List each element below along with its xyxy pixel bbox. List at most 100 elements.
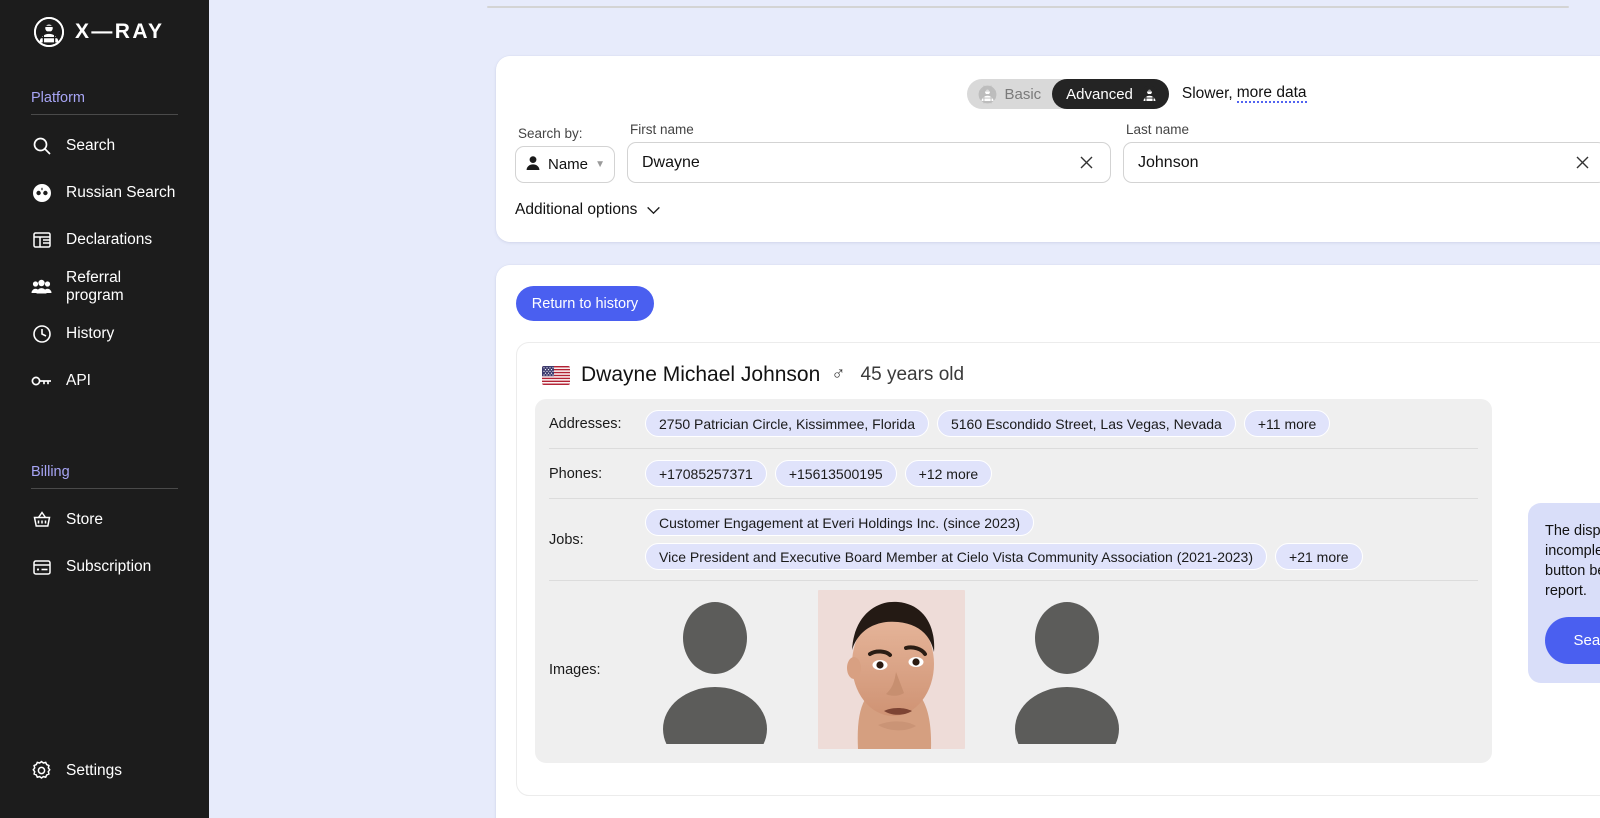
- profile-card: Dwayne Michael Johnson ♂ 45 years old Ad…: [516, 342, 1600, 796]
- brand-name: X—RAY: [75, 20, 165, 43]
- sidebar-item-label: Subscription: [66, 557, 152, 575]
- mode-option-basic-label: Basic: [1004, 85, 1042, 103]
- profile-header: Dwayne Michael Johnson ♂ 45 years old: [535, 357, 1600, 399]
- job-line: Customer Engagement at Everi Holdings In…: [645, 509, 1035, 536]
- sidebar: X—RAY Platform Search Russian Search Dec…: [0, 0, 209, 818]
- sidebar-section-billing: Billing Store Subscription: [0, 464, 209, 590]
- xray-logo-icon: [34, 17, 64, 47]
- detail-values: 2750 Patrician Circle, Kissimmee, Florid…: [645, 410, 1331, 437]
- detail-row-images: Images:: [549, 581, 1478, 763]
- declarations-icon: [31, 229, 52, 250]
- more-data-link[interactable]: more data: [1236, 84, 1307, 104]
- sidebar-item-label: Settings: [66, 761, 123, 779]
- job-line: Vice President and Executive Board Membe…: [645, 543, 1363, 570]
- sidebar-heading-platform: Platform: [31, 90, 85, 106]
- search-mode-note-prefix: Slower,: [1181, 84, 1233, 102]
- address-chip[interactable]: 2750 Patrician Circle, Kissimmee, Florid…: [645, 410, 929, 437]
- search-mode-note: Slower, more data: [1181, 84, 1307, 104]
- chevron-down-icon: ▼: [595, 159, 605, 170]
- phone-chip[interactable]: +17085257371: [645, 460, 767, 487]
- jobs-more-chip[interactable]: +21 more: [1275, 543, 1363, 570]
- history-clock-icon: [31, 323, 52, 344]
- sidebar-item-label: API: [66, 371, 91, 389]
- search-by-select[interactable]: Name ▼: [515, 146, 615, 183]
- clear-first-name-icon[interactable]: [1077, 153, 1096, 172]
- first-name-input-wrap[interactable]: [627, 142, 1111, 183]
- phone-chip[interactable]: +15613500195: [774, 460, 897, 487]
- return-to-history-button[interactable]: Return to history: [516, 286, 654, 321]
- first-name-label: First name: [630, 122, 694, 137]
- results-panel: Return to history Dwayne Michael Johnson…: [496, 265, 1600, 818]
- detail-label: Images:: [549, 661, 601, 678]
- mode-option-basic[interactable]: Basic: [967, 79, 1052, 109]
- detail-row-phones: Phones: +17085257371 +15613500195 +12 mo…: [549, 449, 1478, 499]
- sidebar-item-api[interactable]: API: [31, 357, 178, 404]
- person-placeholder-icon[interactable]: [1015, 595, 1120, 744]
- search-by-label: Search by:: [518, 126, 583, 141]
- sidebar-heading-billing: Billing: [31, 464, 70, 480]
- sidebar-item-declarations[interactable]: Declarations: [31, 216, 178, 263]
- us-flag-icon: [542, 365, 570, 385]
- sidebar-item-store[interactable]: Store: [31, 496, 178, 543]
- sidebar-item-settings[interactable]: Settings: [31, 747, 178, 794]
- sidebar-section-platform: Platform Search Russian Search Declarati…: [0, 90, 209, 404]
- api-key-icon: [31, 370, 52, 391]
- sidebar-item-history[interactable]: History: [31, 310, 178, 357]
- russian-search-icon: [31, 182, 52, 203]
- detail-label: Jobs:: [549, 531, 584, 548]
- main-content: Basic Advanced Slower, more data Search …: [209, 0, 1600, 818]
- sidebar-divider: [31, 114, 178, 115]
- detail-values: +17085257371 +15613500195 +12 more: [645, 460, 993, 487]
- search-by-value: Name: [548, 156, 589, 173]
- detail-row-jobs: Jobs: Customer Engagement at Everi Holdi…: [549, 499, 1478, 581]
- xray-logo-icon: [1140, 85, 1159, 103]
- sidebar-item-russian-search[interactable]: Russian Search: [31, 169, 178, 216]
- last-name-input[interactable]: [1138, 153, 1573, 172]
- clear-last-name-icon[interactable]: [1573, 153, 1592, 172]
- sidebar-item-label: Search: [66, 136, 116, 154]
- sidebar-item-label: History: [66, 324, 115, 342]
- search-icon: [31, 135, 52, 156]
- person-placeholder-icon[interactable]: [663, 595, 768, 744]
- sidebar-divider: [31, 488, 178, 489]
- incomplete-data-panel: The displayed data is incomplete, click …: [1528, 503, 1600, 683]
- brand-logo[interactable]: X—RAY: [0, 0, 209, 52]
- first-name-field: First name: [627, 122, 1111, 183]
- xray-logo-icon: [979, 85, 997, 103]
- additional-options-toggle[interactable]: Additional options: [496, 183, 661, 219]
- mode-option-advanced[interactable]: Advanced: [1052, 79, 1169, 109]
- search-full-profile-button[interactable]: Search full profile: [1545, 617, 1600, 664]
- last-name-label: Last name: [1126, 122, 1190, 137]
- detail-values: Customer Engagement at Everi Holdings In…: [645, 509, 1363, 570]
- phones-more-chip[interactable]: +12 more: [904, 460, 993, 487]
- sidebar-item-label: Declarations: [66, 230, 153, 248]
- additional-options-label: Additional options: [515, 201, 638, 218]
- sidebar-item-subscription[interactable]: Subscription: [31, 543, 178, 590]
- search-mode-toggle[interactable]: Basic Advanced: [967, 79, 1169, 109]
- sidebar-item-search[interactable]: Search: [31, 122, 178, 169]
- job-chip[interactable]: Customer Engagement at Everi Holdings In…: [645, 509, 1035, 536]
- last-name-input-wrap[interactable]: [1123, 142, 1600, 183]
- profile-age: 45 years old: [860, 364, 965, 385]
- sidebar-item-label: Referral program: [66, 268, 124, 304]
- page-top-divider: [487, 6, 1569, 8]
- search-panel: Basic Advanced Slower, more data Search …: [496, 56, 1600, 242]
- sidebar-item-label: Store: [66, 510, 104, 528]
- profile-details-box: Addresses: 2750 Patrician Circle, Kissim…: [535, 399, 1492, 763]
- first-name-input[interactable]: [642, 153, 1077, 172]
- subscription-card-icon: [31, 556, 52, 577]
- profile-full-name: Dwayne Michael Johnson: [581, 363, 821, 386]
- person-icon: [525, 155, 541, 175]
- search-by-field: Search by: Name ▼: [515, 126, 615, 183]
- address-chip[interactable]: 5160 Escondido Street, Las Vegas, Nevada: [936, 410, 1236, 437]
- search-fields-row: Search by: Name ▼ First name Dwayne Last…: [496, 109, 1600, 183]
- detail-label: Addresses:: [549, 415, 622, 432]
- search-mode-row: Basic Advanced Slower, more data: [496, 56, 1600, 109]
- sidebar-item-referral-program[interactable]: Referral program: [31, 263, 178, 310]
- sidebar-item-label: Russian Search: [66, 183, 176, 201]
- addresses-more-chip[interactable]: +11 more: [1243, 410, 1331, 437]
- gear-icon: [31, 760, 52, 781]
- job-chip[interactable]: Vice President and Executive Board Membe…: [645, 543, 1268, 570]
- profile-photo[interactable]: [818, 590, 965, 749]
